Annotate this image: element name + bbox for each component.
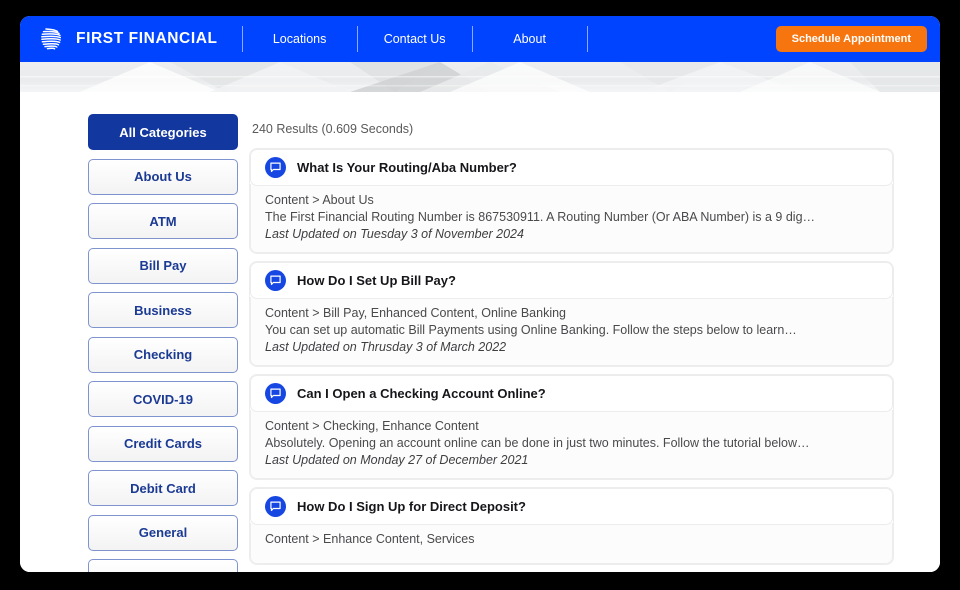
comment-icon-glyph — [270, 275, 281, 286]
category-sidebar: All Categories About Us ATM Bill Pay Bus… — [20, 114, 238, 572]
result-updated: Last Updated on Thrusday 3 of March 2022 — [265, 340, 507, 354]
result-snippet: You can set up automatic Bill Payments u… — [265, 323, 797, 337]
result-breadcrumb: Content > Bill Pay, Enhanced Content, On… — [265, 306, 567, 320]
result-title: How Do I Set Up Bill Pay? — [297, 273, 456, 288]
geometric-pattern-icon — [20, 62, 940, 92]
result-card-header[interactable]: How Do I Set Up Bill Pay? — [250, 262, 893, 299]
schedule-appointment-button[interactable]: Schedule Appointment — [775, 26, 927, 52]
sidebar-item-general[interactable]: General — [88, 514, 238, 551]
swirl-globe-icon — [41, 28, 62, 50]
comment-icon-glyph — [270, 162, 281, 173]
content-area: All Categories About Us ATM Bill Pay Bus… — [20, 92, 940, 572]
result-card-body: Content > Enhance Content, Services — [250, 523, 893, 564]
nav-link-locations[interactable]: Locations — [243, 32, 357, 46]
sidebar-item-atm[interactable]: ATM — [88, 203, 238, 239]
result-card[interactable]: Can I Open a Checking Account Online? Co… — [250, 375, 893, 479]
hero-geometric-band — [20, 62, 940, 92]
result-title: How Do I Sign Up for Direct Deposit? — [297, 499, 526, 514]
result-snippet: Absolutely. Opening an account online ca… — [265, 436, 810, 450]
nav-link-contact-us[interactable]: Contact Us — [358, 32, 472, 46]
browser-page: FIRST FINANCIAL Locations Contact Us Abo… — [20, 16, 940, 572]
result-card-header[interactable]: Can I Open a Checking Account Online? — [250, 375, 893, 412]
nav-divider — [586, 26, 588, 52]
result-breadcrumb: Content > Enhance Content, Services — [265, 532, 475, 546]
result-card[interactable]: What Is Your Routing/Aba Number? Content… — [250, 149, 893, 253]
nav-link-about[interactable]: About — [473, 32, 587, 46]
results-count: 240 Results (0.609 Seconds) — [252, 122, 414, 136]
result-card-header[interactable]: How Do I Sign Up for Direct Deposit? — [250, 488, 893, 525]
result-card[interactable]: How Do I Sign Up for Direct Deposit? Con… — [250, 488, 893, 564]
sidebar-item-about-us[interactable]: About Us — [88, 158, 238, 195]
brand-name: FIRST FINANCIAL — [76, 30, 218, 47]
result-card-header[interactable]: What Is Your Routing/Aba Number? — [250, 149, 893, 186]
result-card-body: Content > About Us The First Financial R… — [250, 184, 893, 253]
result-card[interactable]: How Do I Set Up Bill Pay? Content > Bill… — [250, 262, 893, 366]
site-header: FIRST FINANCIAL Locations Contact Us Abo… — [20, 16, 940, 62]
sidebar-item-credit-cards[interactable]: Credit Cards — [88, 425, 238, 462]
comment-icon — [265, 496, 286, 517]
sidebar-item-business[interactable]: Business — [88, 292, 238, 328]
comment-icon — [265, 270, 286, 291]
sidebar-item-all-categories[interactable]: All Categories — [88, 114, 238, 150]
comment-icon-glyph — [270, 501, 281, 512]
brand-logo-link[interactable]: FIRST FINANCIAL — [36, 24, 242, 54]
sidebar-item-debit-card[interactable]: Debit Card — [88, 470, 238, 506]
comment-icon-glyph — [270, 388, 281, 399]
result-updated: Last Updated on Monday 27 of December 20… — [265, 453, 529, 467]
comment-icon — [265, 383, 286, 404]
comment-icon — [265, 157, 286, 178]
result-title: What Is Your Routing/Aba Number? — [297, 160, 517, 175]
result-card-body: Content > Checking, Enhance Content Abso… — [250, 410, 893, 479]
sidebar-item-next[interactable] — [88, 559, 238, 572]
sidebar-item-covid-19[interactable]: COVID-19 — [88, 381, 238, 417]
result-snippet: The First Financial Routing Number is 86… — [265, 210, 816, 224]
sidebar-item-checking[interactable]: Checking — [88, 336, 238, 373]
result-title: Can I Open a Checking Account Online? — [297, 386, 546, 401]
results-column: 240 Results (0.609 Seconds) What Is Your… — [238, 114, 940, 572]
result-breadcrumb: Content > About Us — [265, 193, 374, 207]
result-card-body: Content > Bill Pay, Enhanced Content, On… — [250, 297, 893, 366]
result-updated: Last Updated on Tuesday 3 of November 20… — [265, 227, 524, 241]
result-breadcrumb: Content > Checking, Enhance Content — [265, 419, 479, 433]
sidebar-item-bill-pay[interactable]: Bill Pay — [88, 247, 238, 284]
